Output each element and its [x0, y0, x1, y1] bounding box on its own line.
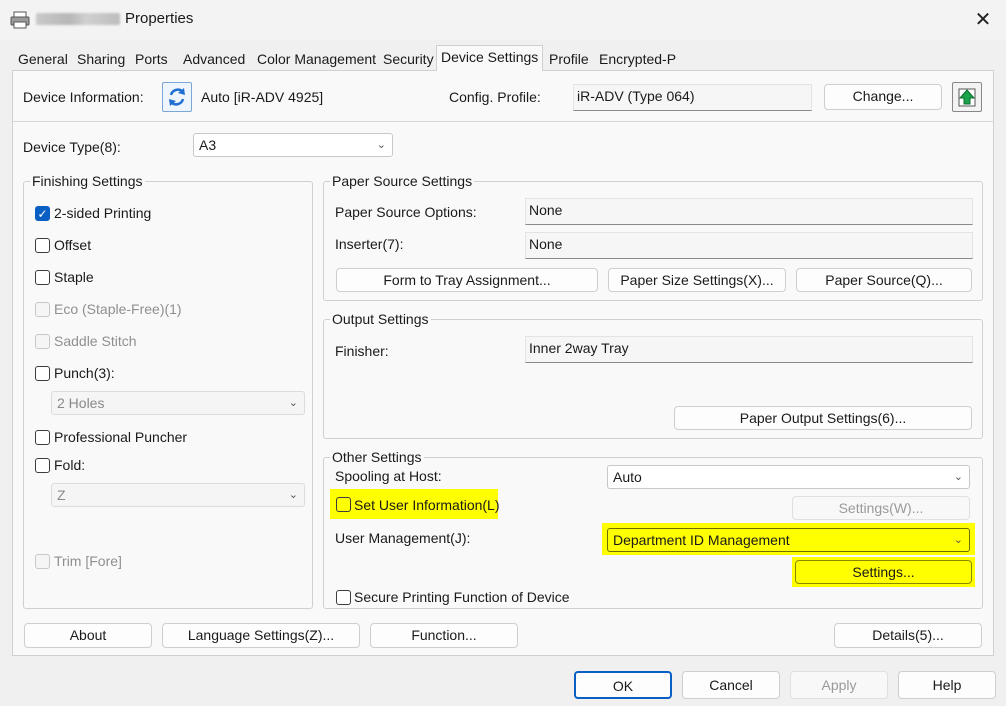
finishing-settings-title: Finishing Settings	[30, 173, 145, 189]
tab-profile[interactable]: Profile	[545, 48, 593, 70]
other-settings-title: Other Settings	[330, 449, 424, 465]
tab-advanced[interactable]: Advanced	[179, 48, 249, 70]
paper-source-button[interactable]: Paper Source(Q)...	[796, 268, 972, 292]
user-management-value: Department ID Management	[613, 532, 790, 548]
chevron-down-icon: ⌄	[953, 534, 963, 546]
device-info-label: Device Information:	[23, 89, 144, 105]
paper-source-options-field: None	[525, 198, 973, 225]
set-user-info-label: Set User Information(L)	[354, 497, 500, 513]
config-profile-field: iR-ADV (Type 064)	[573, 84, 812, 111]
offset-label: Offset	[54, 237, 92, 253]
finisher-label: Finisher:	[335, 343, 389, 359]
separator	[12, 121, 994, 122]
device-type-label: Device Type(8):	[23, 139, 121, 155]
config-profile-label: Config. Profile:	[449, 89, 541, 105]
spooling-value: Auto	[613, 469, 642, 485]
printer-icon	[10, 11, 30, 29]
secure-printing-label: Secure Printing Function of Device	[354, 589, 570, 605]
trim-label: Trim [Fore]	[54, 553, 122, 569]
tab-device-settings[interactable]: Device Settings	[436, 45, 544, 71]
saddle-stitch-checkbox[interactable]	[35, 334, 50, 349]
tab-general[interactable]: General	[14, 48, 72, 70]
chevron-down-icon: ⌄	[953, 471, 963, 483]
tab-encrypted-p[interactable]: Encrypted-P	[595, 48, 680, 70]
printer-name-redacted	[36, 13, 120, 25]
tab-ports[interactable]: Ports	[131, 48, 172, 70]
user-management-label: User Management(J):	[335, 530, 471, 546]
fold-select[interactable]: Z ⌄	[51, 483, 305, 507]
chevron-down-icon: ⌄	[288, 397, 298, 409]
spooling-label: Spooling at Host:	[335, 468, 442, 484]
close-icon[interactable]: ✕	[968, 6, 998, 34]
help-button[interactable]: Help	[898, 671, 996, 699]
fold-value: Z	[57, 487, 66, 503]
paper-output-settings-button[interactable]: Paper Output Settings(6)...	[674, 406, 972, 430]
language-settings-button[interactable]: Language Settings(Z)...	[162, 623, 360, 648]
refresh-icon[interactable]	[162, 82, 192, 112]
paper-size-settings-button[interactable]: Paper Size Settings(X)...	[608, 268, 786, 292]
device-info-value: Auto [iR-ADV 4925]	[201, 89, 324, 105]
punch-value: 2 Holes	[57, 395, 105, 411]
professional-puncher-checkbox[interactable]	[35, 430, 50, 445]
offset-checkbox[interactable]	[35, 238, 50, 253]
paper-source-options-label: Paper Source Options:	[335, 204, 477, 220]
output-settings-title: Output Settings	[330, 311, 431, 327]
inserter-label: Inserter(7):	[335, 236, 404, 252]
tab-color-management[interactable]: Color Management	[253, 48, 380, 70]
settings-w-button[interactable]: Settings(W)...	[792, 496, 970, 520]
user-management-settings-button[interactable]: Settings...	[795, 560, 972, 584]
fold-checkbox[interactable]	[35, 458, 50, 473]
punch-select[interactable]: 2 Holes ⌄	[51, 391, 305, 415]
fold-label: Fold:	[54, 457, 86, 473]
tab-sharing[interactable]: Sharing	[73, 48, 129, 70]
form-to-tray-button[interactable]: Form to Tray Assignment...	[336, 268, 598, 292]
two-sided-checkbox[interactable]: ✓	[35, 206, 50, 221]
about-button[interactable]: About	[24, 623, 152, 648]
upload-profile-icon[interactable]	[952, 82, 982, 112]
eco-label: Eco (Staple-Free)(1)	[54, 301, 182, 317]
trim-checkbox[interactable]	[35, 554, 50, 569]
staple-label: Staple	[54, 269, 94, 285]
saddle-stitch-label: Saddle Stitch	[54, 333, 137, 349]
window-title: Properties	[125, 10, 194, 27]
details-button[interactable]: Details(5)...	[834, 623, 982, 648]
staple-checkbox[interactable]	[35, 270, 50, 285]
two-sided-label: 2-sided Printing	[54, 205, 152, 221]
title-bar: Properties ✕	[0, 0, 1006, 40]
user-management-select[interactable]: Department ID Management ⌄	[607, 528, 970, 552]
ok-button[interactable]: OK	[574, 671, 672, 699]
finisher-field: Inner 2way Tray	[525, 336, 973, 363]
professional-puncher-label: Professional Puncher	[54, 429, 188, 445]
device-type-select[interactable]: A3 ⌄	[193, 133, 393, 157]
secure-printing-checkbox[interactable]	[336, 590, 351, 605]
eco-checkbox[interactable]	[35, 302, 50, 317]
punch-label: Punch(3):	[54, 365, 115, 381]
spooling-select[interactable]: Auto ⌄	[607, 465, 970, 489]
cancel-button[interactable]: Cancel	[682, 671, 780, 699]
change-button[interactable]: Change...	[824, 84, 942, 110]
punch-checkbox[interactable]	[35, 366, 50, 381]
function-button[interactable]: Function...	[370, 623, 518, 648]
paper-source-title: Paper Source Settings	[330, 173, 475, 189]
chevron-down-icon: ⌄	[288, 489, 298, 501]
inserter-field: None	[525, 232, 973, 259]
tab-security[interactable]: Security	[379, 48, 438, 70]
set-user-info-checkbox[interactable]	[336, 497, 351, 512]
apply-button[interactable]: Apply	[790, 671, 888, 699]
device-type-value: A3	[199, 137, 217, 153]
chevron-down-icon: ⌄	[376, 139, 386, 151]
